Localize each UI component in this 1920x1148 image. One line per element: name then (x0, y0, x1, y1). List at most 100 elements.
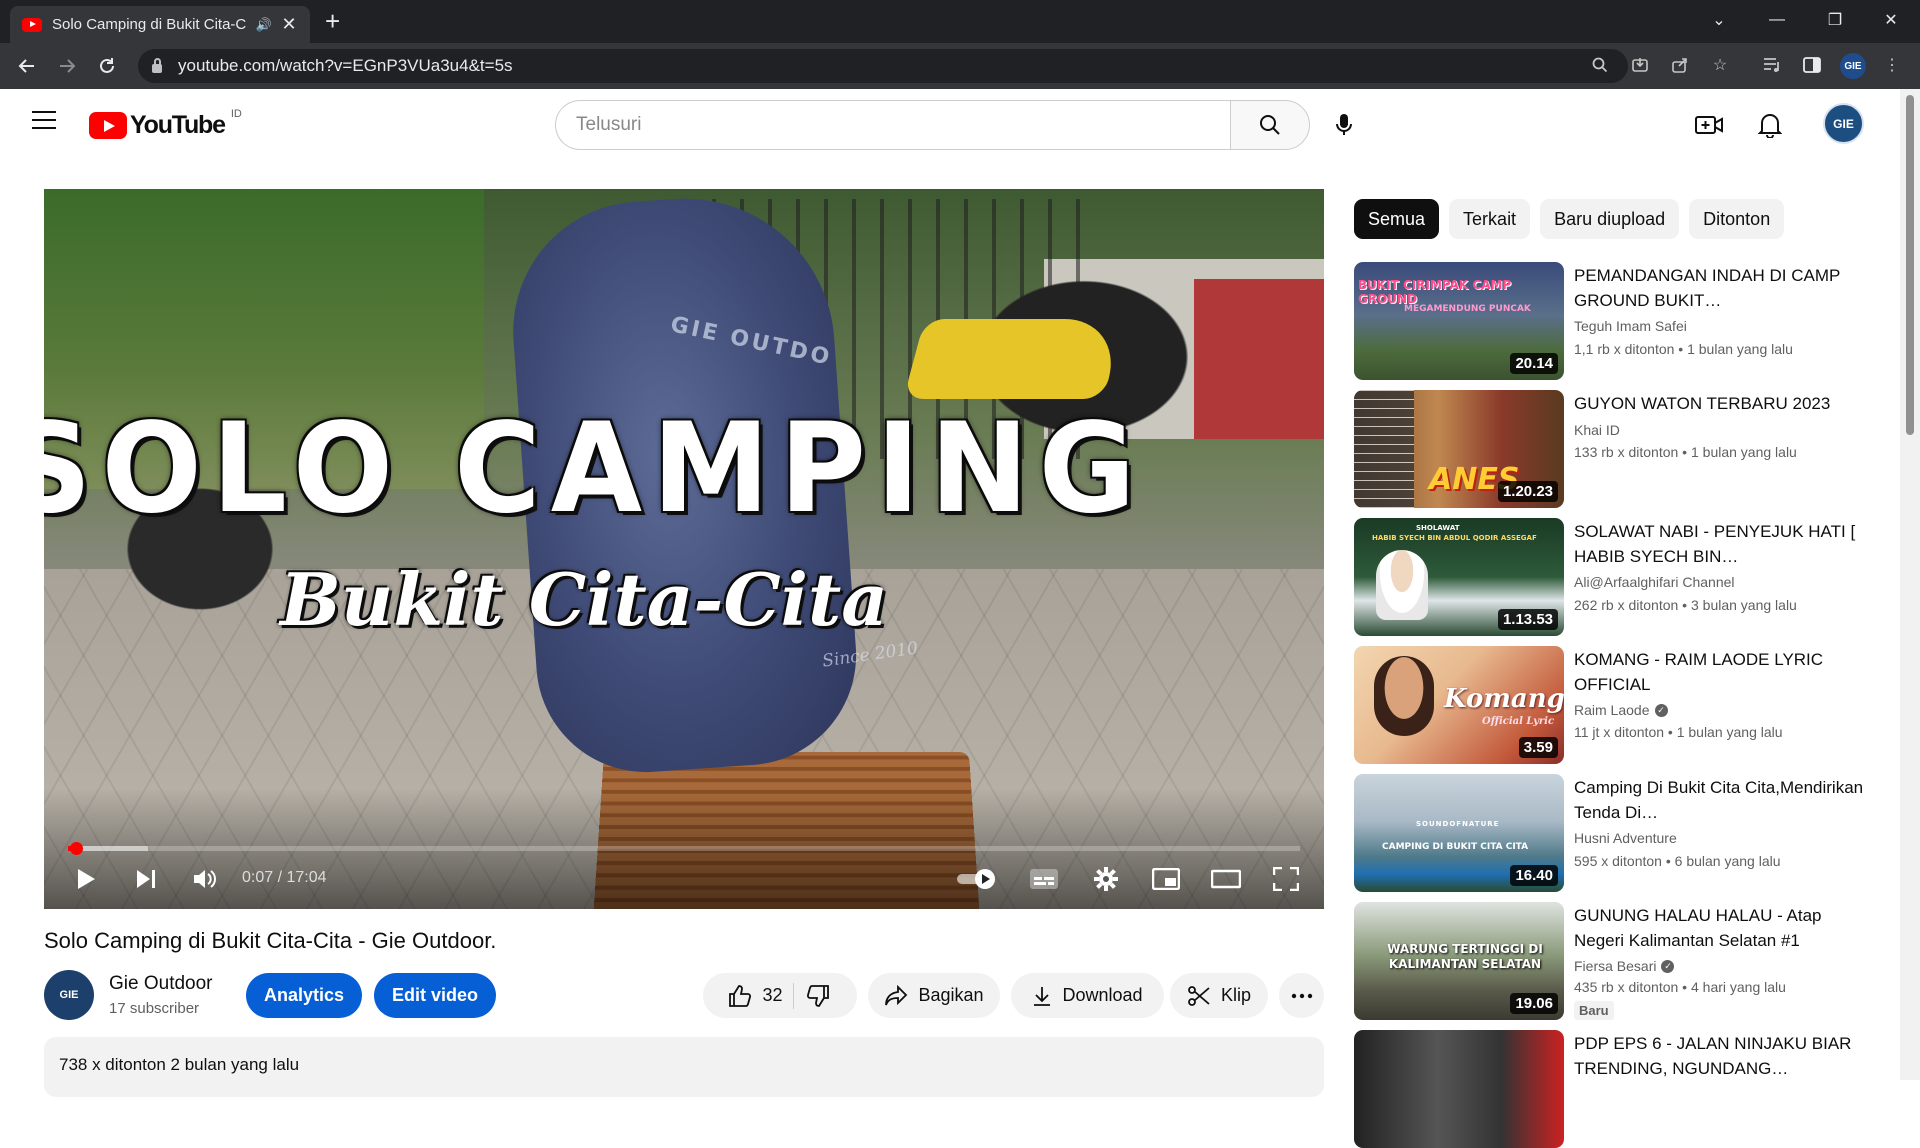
share-page-icon[interactable] (1668, 53, 1692, 77)
youtube-logo[interactable]: YouTube ID (89, 107, 242, 140)
next-button[interactable] (126, 861, 166, 897)
scrollbar-thumb[interactable] (1906, 95, 1914, 435)
video-thumbnail[interactable] (1354, 1030, 1564, 1148)
speaker-icon[interactable]: 🔊 (256, 17, 272, 33)
recommended-video[interactable]: BUKIT CIRIMPAK CAMP GROUND MEGAMENDUNG P… (1354, 262, 1894, 380)
restore-button[interactable]: ❐ (1806, 0, 1864, 40)
video-title[interactable]: GUYON WATON TERBARU 2023 (1574, 391, 1874, 416)
window-close-button[interactable]: ✕ (1862, 0, 1920, 40)
video-camera-plus-icon (1695, 116, 1723, 134)
video-title[interactable]: GUNUNG HALAU HALAU - Atap Negeri Kaliman… (1574, 903, 1874, 953)
url-text[interactable]: youtube.com/watch?v=EGnP3VUa3u4&t=5s (178, 56, 513, 76)
settings-button[interactable] (1084, 861, 1128, 897)
theater-mode-button[interactable] (1204, 861, 1248, 897)
play-icon (78, 869, 95, 889)
thumbnail-text: BUKIT CIRIMPAK CAMP GROUND (1358, 278, 1512, 306)
video-player[interactable]: GIE OUTDO Since 2010 SOLO CAMPING Bukit … (44, 189, 1324, 909)
channel-name[interactable]: Fiersa Besari ✓ (1574, 958, 1675, 974)
chip-baru-diupload[interactable]: Baru diupload (1540, 199, 1680, 239)
dislike-button[interactable] (800, 984, 842, 1008)
recommended-video[interactable]: ANES 1.20.23 GUYON WATON TERBARU 2023 Kh… (1354, 390, 1894, 508)
country-code: ID (230, 107, 242, 120)
tab-search-chevron-icon[interactable]: ⌄ (1690, 0, 1748, 40)
side-panel-icon[interactable] (1800, 53, 1824, 77)
miniplayer-button[interactable] (1144, 861, 1188, 897)
create-video-button[interactable] (1690, 106, 1728, 144)
browser-tab[interactable]: Solo Camping di Bukit Cita-C 🔊 ✕ (10, 6, 310, 43)
chip-terkait[interactable]: Terkait (1449, 199, 1531, 239)
search-input[interactable] (555, 100, 1230, 150)
channel-name[interactable]: Husni Adventure (1574, 830, 1677, 846)
video-thumbnail[interactable]: BUKIT CIRIMPAK CAMP GROUND MEGAMENDUNG P… (1354, 262, 1564, 380)
video-title[interactable]: KOMANG - RAIM LAODE LYRIC OFFICIAL (1574, 647, 1874, 697)
browser-tabbar: Solo Camping di Bukit Cita-C 🔊 ✕ + ⌄ — ❐… (0, 0, 1920, 43)
install-app-icon[interactable] (1628, 53, 1652, 77)
subtitles-button[interactable] (1022, 861, 1066, 897)
chip-semua[interactable]: Semua (1354, 199, 1440, 239)
kebab-menu-icon[interactable]: ⋮ (1880, 53, 1904, 77)
video-title[interactable]: Camping Di Bukit Cita Cita,Mendirikan Te… (1574, 775, 1874, 825)
autoplay-toggle-icon (957, 869, 995, 889)
clip-label: Klip (1220, 985, 1251, 1005)
video-thumbnail[interactable]: SOUNDOFNATURE CAMPING DI BUKIT CITA CITA… (1354, 774, 1564, 892)
youtube-favicon-icon (22, 17, 42, 32)
channel-name[interactable]: Teguh Imam Safei (1574, 318, 1687, 334)
forward-button[interactable] (52, 51, 82, 81)
channel-name[interactable]: Raim Laode ✓ (1574, 702, 1668, 718)
new-tab-button[interactable]: + (325, 8, 340, 34)
video-thumbnail[interactable]: Komang Official Lyric 3.59 (1354, 646, 1564, 764)
share-button[interactable]: Bagikan (868, 973, 1000, 1018)
channel-name[interactable]: Ali@Arfaalghifari Channel (1574, 574, 1735, 590)
skip-next-icon (137, 870, 155, 888)
video-title[interactable]: SOLAWAT NABI - PENYEJUK HATI [ HABIB SYE… (1574, 519, 1874, 569)
autoplay-toggle[interactable] (954, 861, 1000, 897)
voice-search-button[interactable] (1322, 103, 1366, 147)
account-avatar[interactable]: GIE (1823, 103, 1864, 144)
video-thumbnail[interactable]: WARUNG TERTINGGI DI KALIMANTAN SELATAN 1… (1354, 902, 1564, 1020)
page-scrollbar[interactable] (1900, 89, 1920, 1080)
address-bar[interactable]: youtube.com/watch?v=EGnP3VUa3u4&t=5s (138, 49, 1628, 83)
recommended-video[interactable]: WARUNG TERTINGGI DI KALIMANTAN SELATAN 1… (1354, 902, 1894, 1020)
channel-name[interactable]: Khai ID (1574, 422, 1620, 438)
recommended-video[interactable]: SOUNDOFNATURE CAMPING DI BUKIT CITA CITA… (1354, 774, 1894, 892)
media-queue-icon[interactable] (1760, 53, 1784, 77)
recommended-video[interactable]: Komang Official Lyric 3.59 KOMANG - RAIM… (1354, 646, 1894, 764)
youtube-masthead: YouTube ID GIE (0, 89, 1900, 159)
more-actions-button[interactable] (1279, 973, 1324, 1018)
video-meta: 435 rb x ditonton • 4 hari yang lalu (1574, 979, 1786, 995)
hamburger-menu-icon[interactable] (32, 111, 56, 129)
mute-button[interactable] (184, 861, 226, 897)
bookmark-star-icon[interactable]: ☆ (1708, 53, 1732, 77)
recommended-video[interactable]: SHOLAWAT HABIB SYECH BIN ABDUL QODIR ASS… (1354, 518, 1894, 636)
download-button[interactable]: Download (1011, 973, 1164, 1018)
chip-ditonton[interactable]: Ditonton (1689, 199, 1785, 239)
lock-icon[interactable] (152, 57, 162, 73)
share-label: Bagikan (918, 985, 984, 1005)
play-button[interactable] (66, 861, 106, 897)
view-count-date: 738 x ditonton 2 bulan yang lalu (59, 1055, 300, 1074)
video-thumbnail[interactable]: SHOLAWAT HABIB SYECH BIN ABDUL QODIR ASS… (1354, 518, 1564, 636)
video-thumbnail[interactable]: ANES 1.20.23 (1354, 390, 1564, 508)
analytics-button[interactable]: Analytics (246, 973, 362, 1018)
notifications-button[interactable] (1751, 106, 1789, 144)
channel-name-text: Ali@Arfaalghifari Channel (1574, 574, 1735, 590)
reload-button[interactable] (92, 51, 122, 81)
channel-avatar[interactable]: GIE (44, 970, 94, 1020)
zoom-search-icon[interactable] (1588, 53, 1612, 77)
fullscreen-button[interactable] (1264, 861, 1308, 897)
description-box[interactable]: 738 x ditonton 2 bulan yang lalu (44, 1037, 1324, 1097)
back-button[interactable] (12, 51, 42, 81)
video-duration: 20.14 (1510, 353, 1558, 374)
recommended-video[interactable]: PDP EPS 6 - JALAN NINJAKU BIAR TRENDING,… (1354, 1030, 1894, 1148)
minimize-button[interactable]: — (1748, 0, 1806, 40)
channel-name[interactable]: Gie Outdoor (109, 973, 213, 995)
like-button[interactable]: 32 (718, 984, 786, 1008)
browser-profile-avatar[interactable]: GIE (1840, 53, 1866, 79)
close-icon[interactable]: ✕ (280, 14, 298, 35)
clip-button[interactable]: Klip (1170, 973, 1268, 1018)
search-button[interactable] (1230, 100, 1310, 150)
video-title[interactable]: PEMANDANGAN INDAH DI CAMP GROUND BUKIT… (1574, 263, 1874, 313)
progress-bar[interactable] (68, 842, 1300, 855)
video-title[interactable]: PDP EPS 6 - JALAN NINJAKU BIAR TRENDING,… (1574, 1031, 1874, 1081)
edit-video-button[interactable]: Edit video (374, 973, 496, 1018)
